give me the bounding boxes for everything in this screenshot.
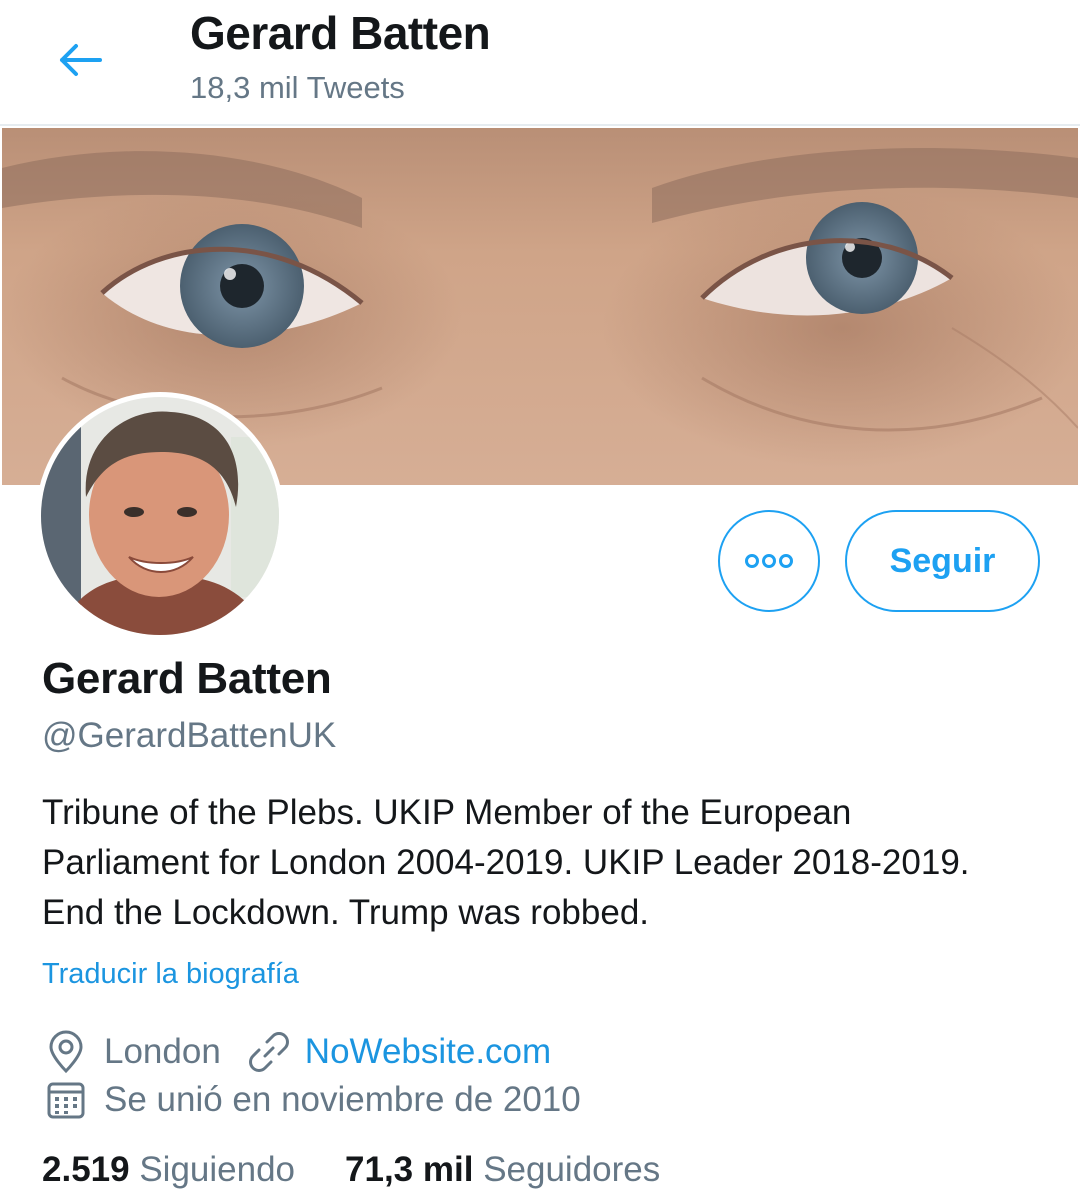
follow-button[interactable]: Seguir xyxy=(845,510,1040,612)
followers-stat[interactable]: 71,3 mil Seguidores xyxy=(345,1150,660,1190)
translate-bio-link[interactable]: Traducir la biografía xyxy=(42,958,299,991)
profile-name: Gerard Batten xyxy=(42,654,332,703)
tweet-count: 18,3 mil Tweets xyxy=(190,70,405,105)
more-options-icon xyxy=(745,554,793,568)
more-options-button[interactable] xyxy=(718,510,820,612)
link-icon xyxy=(247,1030,291,1074)
calendar-icon xyxy=(44,1078,88,1122)
back-button[interactable] xyxy=(40,28,120,92)
location-website-row: London NoWebsite.com xyxy=(44,1030,551,1074)
joined-row: Se unió en noviembre de 2010 xyxy=(44,1078,581,1122)
avatar[interactable] xyxy=(36,392,284,640)
back-arrow-icon xyxy=(60,44,102,76)
top-header: Gerard Batten 18,3 mil Tweets xyxy=(0,0,1080,126)
website-link[interactable]: NoWebsite.com xyxy=(305,1032,551,1072)
follow-stats: 2.519 Siguiendo 71,3 mil Seguidores xyxy=(42,1150,660,1190)
profile-handle: @GerardBattenUK xyxy=(42,716,337,755)
profile-bio: Tribune of the Plebs. UKIP Member of the… xyxy=(42,793,970,932)
following-stat[interactable]: 2.519 Siguiendo xyxy=(42,1150,295,1190)
location-pin-icon xyxy=(44,1030,88,1074)
following-count: 2.519 xyxy=(42,1150,130,1189)
location-text: London xyxy=(104,1032,221,1071)
following-label: Siguiendo xyxy=(139,1150,296,1189)
avatar-image xyxy=(41,397,279,635)
header-title: Gerard Batten xyxy=(190,7,491,59)
followers-label: Seguidores xyxy=(483,1150,661,1189)
followers-count: 71,3 mil xyxy=(345,1150,474,1189)
joined-text: Se unió en noviembre de 2010 xyxy=(104,1080,581,1119)
